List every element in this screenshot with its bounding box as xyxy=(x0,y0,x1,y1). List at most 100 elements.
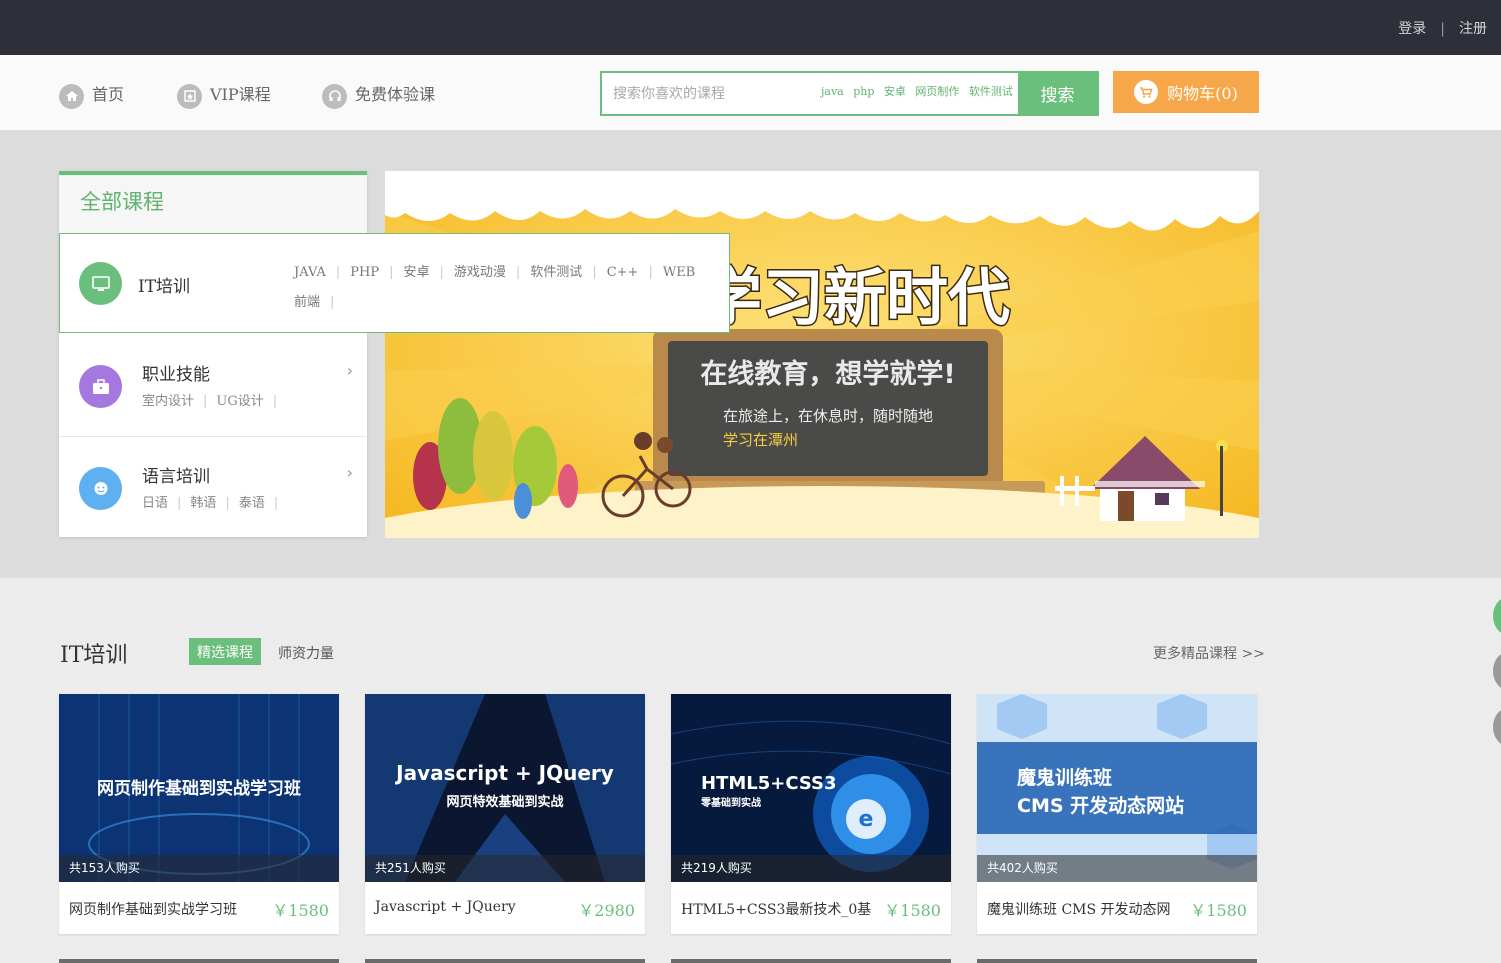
side-float-button[interactable] xyxy=(1493,652,1501,690)
course-thumb-title: HTML5+CSS3 xyxy=(701,773,837,794)
course-thumb-subtitle: 网页特效基础到实战 xyxy=(446,794,563,810)
search-box: java php 安卓 网页制作 软件测试 搜索 xyxy=(600,71,1099,116)
chevron-right-icon: › xyxy=(346,361,353,380)
category-panel-title: 全部课程 xyxy=(59,175,367,233)
register-link[interactable]: 注册 xyxy=(1459,18,1487,38)
account-links: 登录 | 注册 xyxy=(1398,18,1487,38)
course-card-next-row xyxy=(977,959,1257,963)
course-thumbnail: 网页制作基础到实战学习班 xyxy=(59,694,339,882)
course-buyers: 共153人购买 xyxy=(59,855,339,882)
course-thumbnail: e HTML5+CSS3 零基础到实战 xyxy=(671,694,951,882)
course-card[interactable]: Javascript + JQuery 网页特效基础到实战 共251人购买 Ja… xyxy=(365,694,645,934)
banner-line1: 在旅途上，在休息时，随时随地 xyxy=(723,407,933,425)
briefcase-icon xyxy=(79,365,122,408)
course-price: ￥1580 xyxy=(884,901,941,920)
side-float-button[interactable] xyxy=(1493,708,1501,746)
category-sub-link[interactable]: WEB xyxy=(663,265,695,280)
course-thumb-title: Javascript + JQuery xyxy=(394,761,614,785)
category-sub-link[interactable]: 软件测试 xyxy=(530,265,582,280)
hot-keyword[interactable]: 软件测试 xyxy=(969,85,1013,98)
hero-section: 全部课程 职业技能 室内设计 | UG设计 | › 语言培训 日语 | 韩语 | 泰语 | › xyxy=(0,131,1501,578)
category-subs: 日语 | 韩语 | 泰语 | xyxy=(142,496,279,511)
nav-label-vip: VIP课程 xyxy=(210,85,271,104)
login-link[interactable]: 登录 xyxy=(1398,18,1426,38)
banner-slogan: 在线教育，想学就学! xyxy=(700,358,955,390)
course-price: ￥1580 xyxy=(1190,901,1247,920)
more-courses-link[interactable]: 更多精品课程 >> xyxy=(1153,643,1265,663)
course-name[interactable]: HTML5+CSS3最新技术_0基 xyxy=(681,899,871,919)
nav-item-vip[interactable]: VIP课程 xyxy=(177,80,271,109)
nav-label-free-trial: 免费体验课 xyxy=(355,85,436,104)
banner-line2: 学习在潭州 xyxy=(723,431,798,449)
hot-keyword[interactable]: php xyxy=(853,85,874,98)
svg-text:e: e xyxy=(859,807,874,832)
category-sub-link[interactable]: 泰语 xyxy=(239,496,265,511)
side-float-button[interactable] xyxy=(1493,597,1501,635)
home-icon xyxy=(59,83,84,109)
course-price: ￥1580 xyxy=(272,901,329,920)
course-thumb-title: 魔鬼训练班 xyxy=(1017,766,1112,789)
section-title: IT培训 xyxy=(60,643,128,668)
category-name: 职业技能 xyxy=(142,365,210,385)
hot-keyword[interactable]: 网页制作 xyxy=(915,85,959,98)
vip-icon xyxy=(177,83,202,109)
course-thumb-title: 网页制作基础到实战学习班 xyxy=(97,778,301,799)
course-name[interactable]: 网页制作基础到实战学习班 xyxy=(69,899,237,919)
course-card-next-row xyxy=(671,959,951,963)
category-row-language[interactable]: 语言培训 日语 | 韩语 | 泰语 | › xyxy=(59,437,367,539)
top-bar: 登录 | 注册 xyxy=(0,0,1501,55)
category-sub-link[interactable]: 日语 xyxy=(142,496,168,511)
monitor-icon xyxy=(79,262,122,305)
chat-bubble-icon xyxy=(79,467,122,510)
search-button[interactable]: 搜索 xyxy=(1018,73,1097,114)
course-buyers: 共251人购买 xyxy=(365,855,645,882)
category-sub-link[interactable]: UG设计 xyxy=(216,394,263,409)
nav-item-home[interactable]: 首页 xyxy=(59,80,125,109)
course-thumbnail: Javascript + JQuery 网页特效基础到实战 xyxy=(365,694,645,882)
cart-button[interactable]: 购物车(0) xyxy=(1113,71,1259,113)
banner-headline: 学习新时代 xyxy=(700,261,1010,334)
hot-keyword[interactable]: java xyxy=(821,85,844,98)
category-row-it-expanded[interactable]: IT培训 JAVA | PHP | 安卓 | 游戏动漫 | 软件测试 | C++ | WEB 前端 | xyxy=(59,233,730,333)
category-sub-link[interactable]: 室内设计 xyxy=(142,394,194,409)
category-sub-link[interactable]: 前端 xyxy=(294,295,320,310)
category-row-vocational[interactable]: 职业技能 室内设计 | UG设计 | › xyxy=(59,335,367,437)
main-nav: 首页 VIP课程 免费体验课 java php 安卓 网页制作 软件测试 搜索 … xyxy=(0,55,1501,131)
category-sub-link[interactable]: 游戏动漫 xyxy=(454,265,506,280)
course-thumb-subtitle: 零基础到实战 xyxy=(700,796,761,809)
category-name: IT培训 xyxy=(138,277,191,297)
hot-keywords: java php 安卓 网页制作 软件测试 xyxy=(821,83,1019,99)
course-card-next-row xyxy=(59,959,339,963)
hero-banner[interactable]: 学习新时代 在线教育，想学就学! 在旅途上，在休息时，随时随地 学习在潭州 xyxy=(385,171,1259,538)
category-subs: JAVA | PHP | 安卓 | 游戏动漫 | 软件测试 | C++ | WEB 前端 | xyxy=(294,265,696,310)
category-sub-link[interactable]: C++ xyxy=(607,265,639,280)
course-thumbnail: 魔鬼训练班 CMS 开发动态网站 xyxy=(977,694,1257,882)
course-buyers: 共219人购买 xyxy=(671,855,951,882)
tab-featured-courses[interactable]: 精选课程 xyxy=(189,638,261,665)
course-price: ￥2980 xyxy=(578,901,635,920)
nav-item-free-trial[interactable]: 免费体验课 xyxy=(322,80,436,109)
category-name: 语言培训 xyxy=(142,467,210,487)
category-sub-link[interactable]: PHP xyxy=(350,265,379,280)
course-thumb-subtitle: CMS 开发动态网站 xyxy=(1017,794,1184,817)
course-card-next-row xyxy=(365,959,645,963)
category-panel: 全部课程 职业技能 室内设计 | UG设计 | › 语言培训 日语 | 韩语 | 泰语 | › xyxy=(59,171,367,537)
course-card[interactable]: 网页制作基础到实战学习班 共153人购买 网页制作基础到实战学习班 ￥1580 xyxy=(59,694,339,934)
course-name[interactable]: Javascript + JQuery xyxy=(375,899,516,915)
course-name[interactable]: 魔鬼训练班 CMS 开发动态网 xyxy=(987,899,1171,919)
hot-keyword[interactable]: 安卓 xyxy=(884,85,906,98)
link-separator: | xyxy=(1440,21,1445,37)
category-subs: 室内设计 | UG设计 | xyxy=(142,394,278,409)
tab-teachers[interactable]: 师资力量 xyxy=(278,643,334,663)
chevron-right-icon: › xyxy=(346,463,353,482)
category-sub-link[interactable]: 安卓 xyxy=(403,265,429,280)
course-card[interactable]: 魔鬼训练班 CMS 开发动态网站 共402人购买 魔鬼训练班 CMS 开发动态网… xyxy=(977,694,1257,934)
category-sub-link[interactable]: JAVA xyxy=(294,265,326,280)
headphones-icon xyxy=(322,83,347,109)
category-sub-link[interactable]: 韩语 xyxy=(190,496,216,511)
cart-icon xyxy=(1134,80,1159,104)
course-card[interactable]: e HTML5+CSS3 零基础到实战 共219人购买 HTML5+CSS3最新… xyxy=(671,694,951,934)
nav-label-home: 首页 xyxy=(92,85,125,104)
cart-label: 购物车(0) xyxy=(1167,84,1238,103)
course-buyers: 共402人购买 xyxy=(977,855,1257,882)
